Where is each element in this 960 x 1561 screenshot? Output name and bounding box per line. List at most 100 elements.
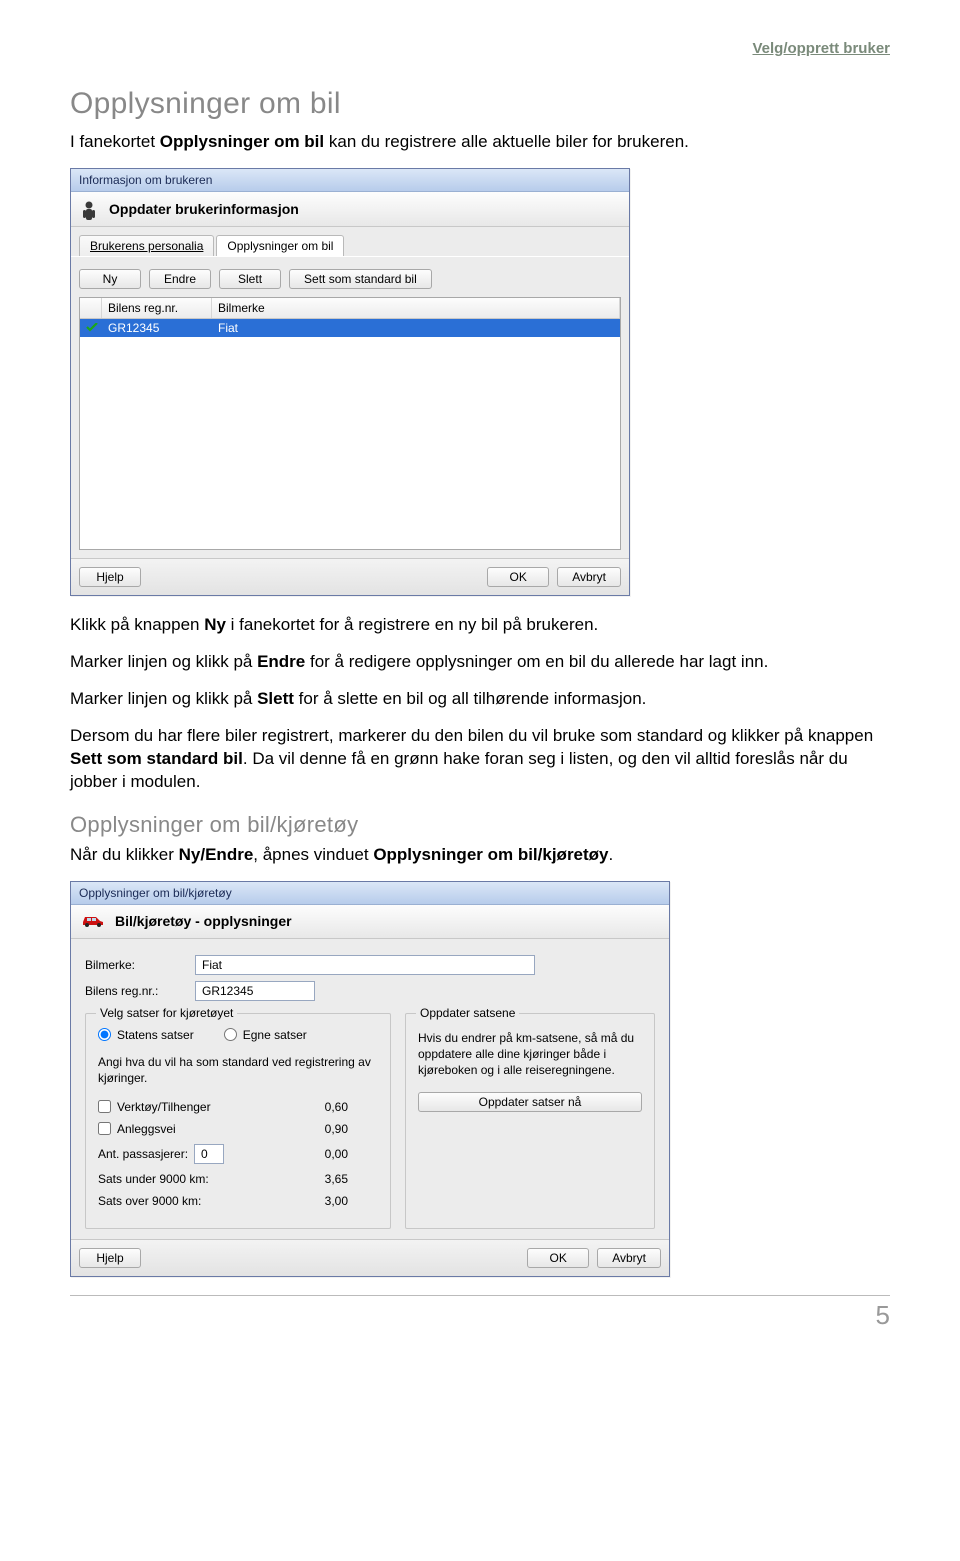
avbryt-button[interactable]: Avbryt [597, 1248, 661, 1268]
rate: 0,60 [318, 1100, 378, 1114]
ok-button[interactable]: OK [487, 567, 549, 587]
tab-bil[interactable]: Opplysninger om bil [216, 235, 344, 256]
avbryt-button[interactable]: Avbryt [557, 567, 621, 587]
group-velg-satser: Velg satser for kjøretøyet Statens satse… [85, 1013, 391, 1229]
hjelp-button[interactable]: Hjelp [79, 1248, 141, 1268]
strip-label: Bil/kjøretøy - opplysninger [115, 913, 292, 929]
label: Sats over 9000 km: [98, 1194, 201, 1208]
window-strip: Oppdater brukerinformasjon [71, 192, 629, 227]
car-icon [81, 913, 105, 930]
group-oppdater-satser: Oppdater satsene Hvis du endrer på km-sa… [405, 1013, 655, 1229]
bottom-bar: Hjelp OK Avbryt [71, 558, 629, 595]
para-standard: Dersom du har flere biler registrert, ma… [70, 725, 890, 794]
para-endre: Marker linjen og klikk på Endre for å re… [70, 651, 890, 674]
bold: Endre [257, 652, 305, 671]
tab-panel: Ny Endre Slett Sett som standard bil Bil… [71, 256, 629, 558]
para-slett: Marker linjen og klikk på Slett for å sl… [70, 688, 890, 711]
row-over9000: Sats over 9000 km: 3,00 [98, 1194, 378, 1208]
label: Ant. passasjerer: [98, 1147, 188, 1161]
bold: Ny [204, 615, 226, 634]
rate: 3,65 [318, 1172, 378, 1186]
rate: 3,00 [318, 1194, 378, 1208]
text: for å slette en bil og all tilhørende in… [294, 689, 646, 708]
text: Marker linjen og klikk på [70, 652, 257, 671]
text: Marker linjen og klikk på [70, 689, 257, 708]
endre-button[interactable]: Endre [149, 269, 211, 289]
text: I fanekortet [70, 132, 160, 151]
row-anlegg: Anleggsvei 0,90 [98, 1122, 378, 1136]
check-verktoy[interactable] [98, 1100, 111, 1113]
section-title-2: Opplysninger om bil/kjøretøy [70, 812, 890, 838]
legend-right: Oppdater satsene [416, 1006, 519, 1020]
strip-label: Oppdater brukerinformasjon [109, 201, 299, 217]
text: for å redigere opplysninger om en bil du… [305, 652, 768, 671]
radio-egne[interactable]: Egne satser [224, 1028, 307, 1042]
bilmerke-field[interactable] [195, 955, 535, 975]
rate: 0,90 [318, 1122, 378, 1136]
toolbar: Ny Endre Slett Sett som standard bil [79, 265, 621, 297]
window-brukerinfo: Informasjon om brukeren Oppdater brukeri… [70, 168, 630, 596]
passasjerer-field[interactable] [194, 1144, 224, 1164]
tab-label: Opplysninger om bil [227, 239, 333, 253]
person-icon [81, 200, 99, 218]
row-passasjerer: Ant. passasjerer: 0,00 [98, 1144, 378, 1164]
bold: Opplysninger om bil [160, 132, 324, 151]
row-verktoy: Verktøy/Tilhenger 0,60 [98, 1100, 378, 1114]
list-body: GR12345 Fiat [80, 319, 620, 549]
check-anlegg[interactable] [98, 1122, 111, 1135]
bold: Sett som standard bil [70, 749, 243, 768]
tab-label: Brukerens personalia [90, 239, 203, 253]
window-kjoretoy: Opplysninger om bil/kjøretøy Bil/kjøretø… [70, 881, 670, 1277]
section-title-1: Opplysninger om bil [70, 87, 890, 121]
intro-paragraph: I fanekortet Opplysninger om bil kan du … [70, 131, 890, 154]
sett-standard-button[interactable]: Sett som standard bil [289, 269, 432, 289]
label: Sats under 9000 km: [98, 1172, 209, 1186]
col-reg[interactable]: Bilens reg.nr. [102, 298, 212, 318]
page-header-right: Velg/opprett bruker [70, 40, 890, 57]
text: . [609, 845, 614, 864]
radio-group: Statens satser Egne satser [98, 1024, 378, 1046]
text: Klikk på knappen [70, 615, 204, 634]
legend-left: Velg satser for kjøretøyet [96, 1006, 237, 1020]
radio-label: Statens satser [117, 1028, 194, 1042]
label: Anleggsvei [117, 1122, 176, 1136]
regnr-field[interactable] [195, 981, 315, 1001]
row-under9000: Sats under 9000 km: 3,65 [98, 1172, 378, 1186]
cell-reg: GR12345 [102, 319, 212, 337]
list-header: Bilens reg.nr. Bilmerke [80, 298, 620, 319]
cell-merke: Fiat [212, 319, 620, 337]
right-note: Hvis du endrer på km-satsene, så må du o… [418, 1030, 642, 1079]
window-title: Informasjon om brukeren [71, 169, 629, 192]
form-area: Bilmerke: Bilens reg.nr.: [71, 939, 669, 1013]
text: Når du klikker [70, 845, 179, 864]
label-bilmerke: Bilmerke: [85, 958, 185, 972]
text: , åpnes vinduet [253, 845, 373, 864]
bottom-bar: Hjelp OK Avbryt [71, 1239, 669, 1276]
tab-personalia[interactable]: Brukerens personalia [79, 235, 214, 256]
section2-intro: Når du klikker Ny/Endre, åpnes vinduet O… [70, 844, 890, 867]
radio-statens-input[interactable] [98, 1028, 111, 1041]
label: Verktøy/Tilhenger [117, 1100, 211, 1114]
text: i fanekortet for å registrere en ny bil … [226, 615, 598, 634]
page-number: 5 [70, 1295, 890, 1331]
row-regnr: Bilens reg.nr.: [85, 981, 655, 1001]
col-merke[interactable]: Bilmerke [212, 298, 620, 318]
car-listview[interactable]: Bilens reg.nr. Bilmerke GR12345 Fiat [79, 297, 621, 550]
radio-statens[interactable]: Statens satser [98, 1028, 194, 1042]
slett-button[interactable]: Slett [219, 269, 281, 289]
ok-button[interactable]: OK [527, 1248, 589, 1268]
ny-button[interactable]: Ny [79, 269, 141, 289]
cell-check [80, 319, 102, 337]
two-columns: Velg satser for kjøretøyet Statens satse… [71, 1013, 669, 1239]
bold: Slett [257, 689, 294, 708]
hjelp-button[interactable]: Hjelp [79, 567, 141, 587]
radio-egne-input[interactable] [224, 1028, 237, 1041]
left-note: Angi hva du vil ha som standard ved regi… [98, 1054, 378, 1086]
bold: Ny/Endre [179, 845, 254, 864]
window-title: Opplysninger om bil/kjøretøy [71, 882, 669, 905]
tabs: Brukerens personalia Opplysninger om bil [71, 227, 629, 256]
oppdater-satser-button[interactable]: Oppdater satser nå [418, 1092, 642, 1112]
label-regnr: Bilens reg.nr.: [85, 984, 185, 998]
table-row[interactable]: GR12345 Fiat [80, 319, 620, 337]
text: kan du registrere alle aktuelle biler fo… [324, 132, 689, 151]
